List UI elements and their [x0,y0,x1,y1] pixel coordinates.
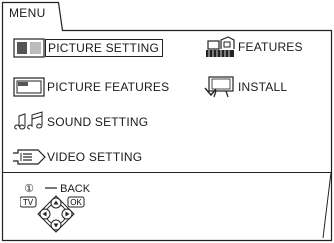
menu-item-picture-setting[interactable]: PICTURE SETTING [12,37,164,59]
menu-item-install[interactable]: INSTALL [203,76,287,98]
menu-item-label: PICTURE FEATURES [47,80,170,94]
menu-item-label: VIDEO SETTING [47,150,143,164]
menu-item-label: SOUND SETTING [47,115,149,129]
menu-item-picture-features[interactable]: PICTURE FEATURES [12,76,169,98]
nav-left-icon[interactable] [39,208,51,220]
ok-label: OK [70,198,82,207]
nav-right-icon[interactable] [61,208,73,220]
menu-tab[interactable]: MENU [9,6,46,20]
menu-item-label: PICTURE SETTING [45,39,164,57]
menu-item-label: INSTALL [238,80,288,94]
picture-features-icon [12,76,46,98]
remote-nav-pad: TV OK [20,195,85,233]
nav-down-icon[interactable] [50,219,62,231]
music-notes-icon [12,111,46,133]
nav-up-icon[interactable] [50,197,62,209]
ok-button[interactable]: OK [67,196,85,208]
menu-item-video-setting[interactable]: VIDEO SETTING [12,146,142,168]
menu-item-features[interactable]: FEATURES [203,36,303,58]
menu-item-label: FEATURES [238,40,303,54]
picture-setting-icon [12,37,46,59]
features-icon [203,36,237,58]
install-tv-icon [203,76,237,98]
menu-item-sound-setting[interactable]: SOUND SETTING [12,111,148,133]
tv-label: TV [23,198,34,207]
tv-button[interactable]: TV [20,196,37,208]
video-connector-icon [12,146,46,168]
